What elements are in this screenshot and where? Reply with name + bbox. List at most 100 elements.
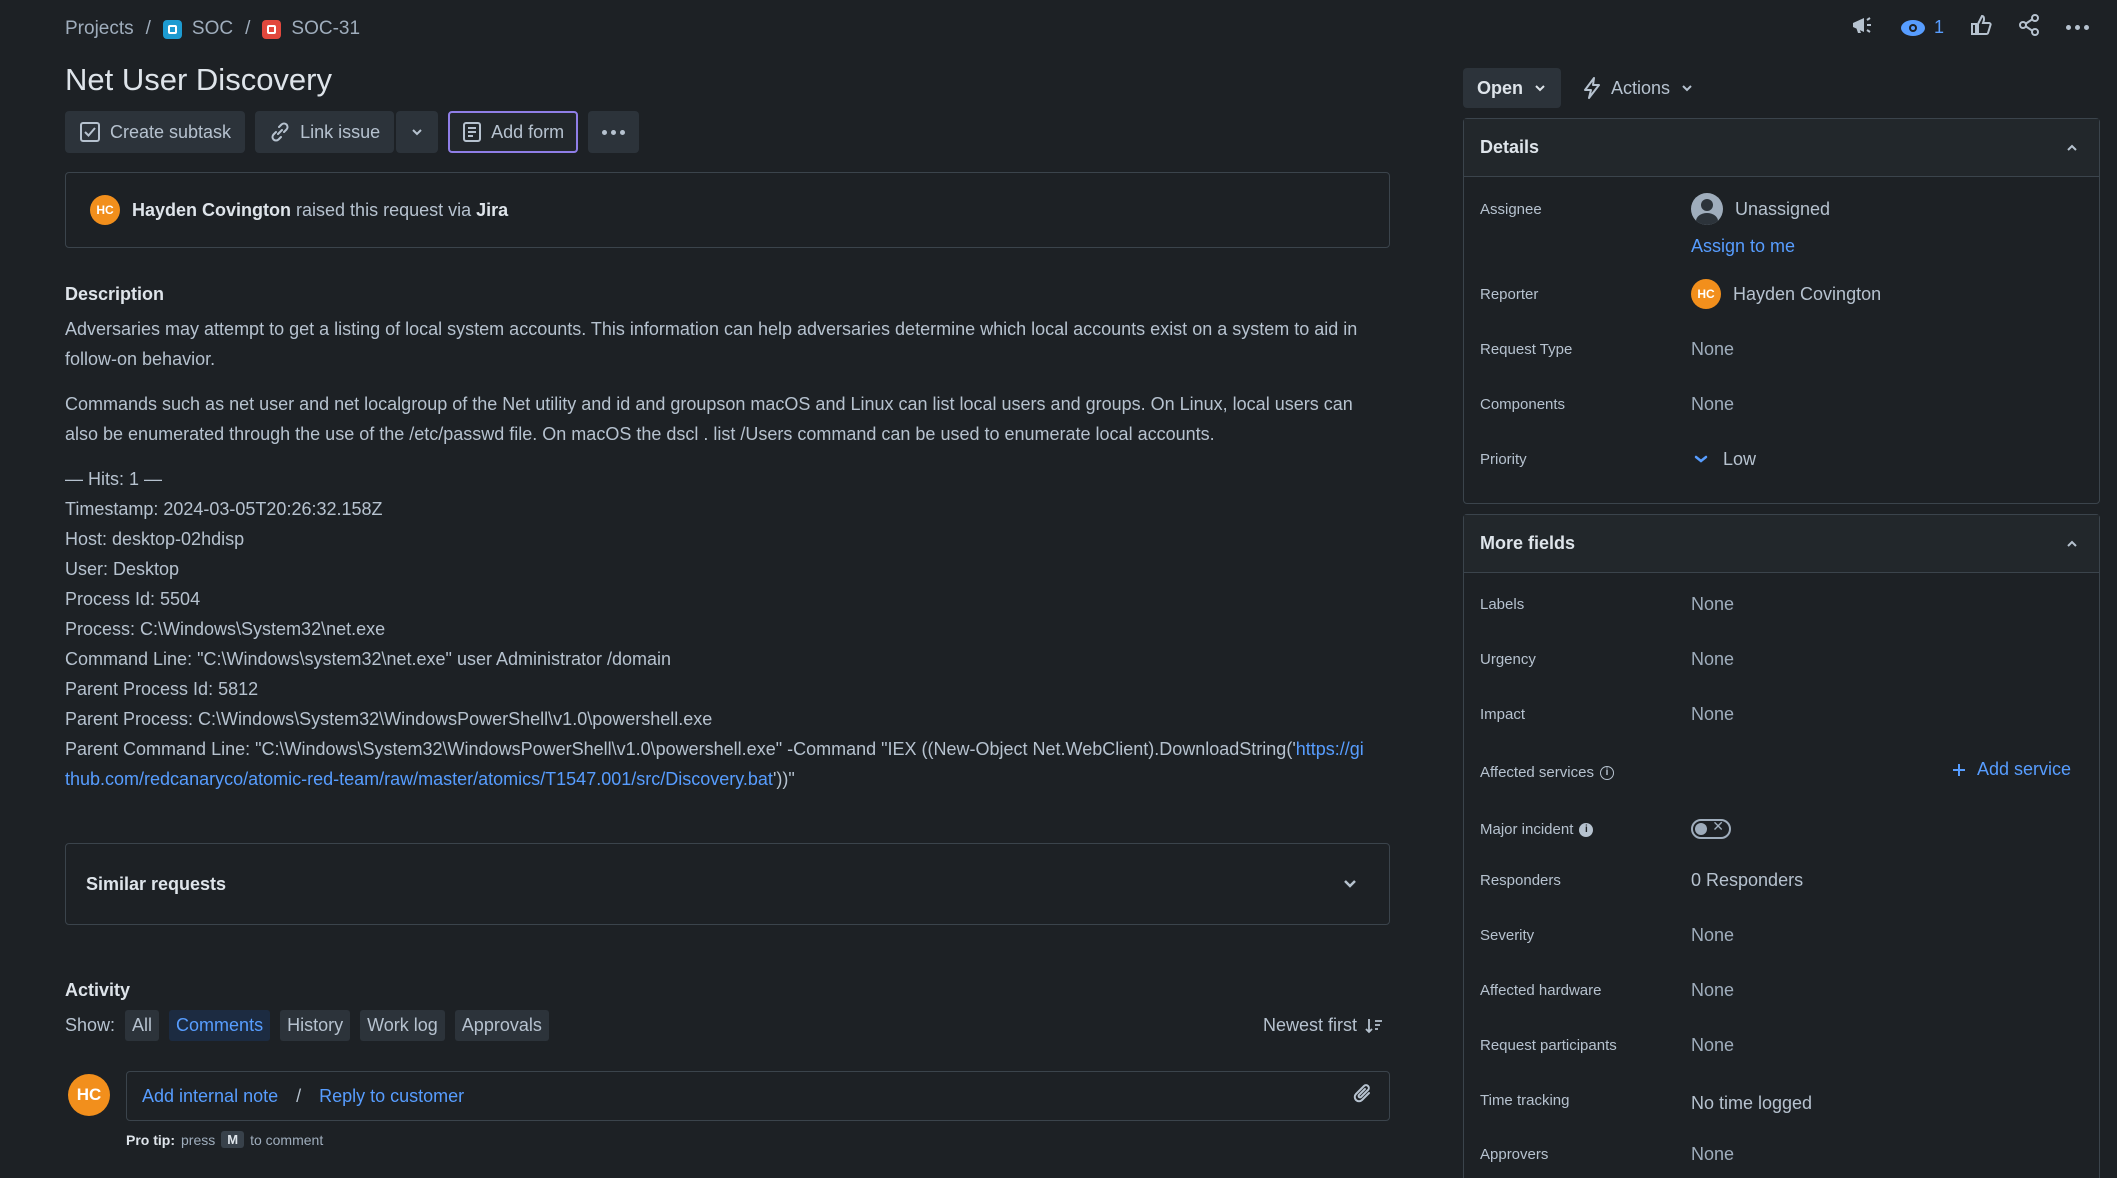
- more-fields-heading: More fields: [1480, 533, 1576, 553]
- pro-tip: Pro tip: press M to comment: [126, 1131, 323, 1148]
- link-issue-group: Link issue: [255, 111, 439, 153]
- issue-title[interactable]: Net User Discovery: [65, 62, 332, 98]
- similar-requests-panel[interactable]: Similar requests: [65, 843, 1390, 925]
- more-fields-header[interactable]: More fields: [1464, 515, 2099, 573]
- add-internal-note-button[interactable]: Add internal note: [142, 1086, 278, 1107]
- chevron-down-icon: [1535, 85, 1545, 92]
- raised-channel: Jira: [476, 199, 509, 220]
- reporter-field[interactable]: HC Hayden Covington: [1691, 279, 1881, 309]
- reporter-name[interactable]: Hayden Covington: [132, 200, 291, 220]
- sort-order-button[interactable]: Newest first: [1263, 1015, 1383, 1036]
- major-incident-toggle[interactable]: ✕: [1691, 818, 1731, 839]
- subtask-icon: [80, 122, 100, 142]
- assign-to-me-link[interactable]: Assign to me: [1691, 236, 1795, 257]
- priority-value: Low: [1723, 449, 1757, 469]
- more-actions-button[interactable]: [588, 111, 640, 153]
- status-row: Open Actions: [1463, 68, 1704, 108]
- similar-requests-label: Similar requests: [86, 873, 227, 894]
- breadcrumb-projects[interactable]: Projects: [65, 18, 134, 40]
- components-value[interactable]: None: [1691, 394, 1734, 415]
- parent-cmd-prefix: Parent Command Line: "C:\Windows\System3…: [65, 739, 1296, 759]
- responders-value[interactable]: 0 Responders: [1691, 870, 1803, 891]
- time-tracking-value[interactable]: No time logged: [1691, 1093, 1812, 1114]
- protip-label: Pro tip:: [126, 1131, 175, 1148]
- components-label: Components: [1480, 396, 1566, 413]
- labels-value[interactable]: None: [1691, 594, 1734, 615]
- command-line-line: Command Line: "C:\Windows\system32\net.e…: [65, 649, 672, 669]
- lightning-icon: [1584, 77, 1601, 99]
- user-line: User: Desktop: [65, 559, 180, 579]
- breadcrumb-project[interactable]: SOC: [192, 18, 233, 40]
- toggle-switch[interactable]: ✕: [1691, 818, 1731, 839]
- affected-hardware-value[interactable]: None: [1691, 980, 1734, 1001]
- attachment-icon[interactable]: [1352, 1082, 1374, 1111]
- chevron-up-icon: [2067, 540, 2077, 547]
- filter-work-log[interactable]: Work log: [360, 1010, 445, 1041]
- show-label: Show:: [65, 1015, 116, 1035]
- create-subtask-button[interactable]: Create subtask: [65, 111, 246, 153]
- major-incident-field: Major incident i: [1480, 821, 1594, 838]
- breadcrumb-separator: /: [245, 18, 251, 39]
- activity-filter: Show: All Comments History Work log Appr…: [65, 1010, 549, 1041]
- feedback-megaphone-icon[interactable]: [1850, 14, 1874, 41]
- plus-icon: [1952, 763, 1965, 776]
- request-participants-value[interactable]: None: [1691, 1035, 1734, 1056]
- close-icon: ✕: [1712, 818, 1724, 834]
- priority-field[interactable]: Low: [1691, 449, 1756, 470]
- parent-process-id-line: Parent Process Id: 5812: [65, 679, 259, 699]
- reporter-label: Reporter: [1480, 286, 1539, 303]
- raised-via-text: raised this request via: [296, 199, 472, 220]
- issue-header-actions: 1: [1850, 14, 2089, 41]
- filter-approvals[interactable]: Approvals: [454, 1010, 549, 1041]
- parent-process-line: Parent Process: C:\Windows\System32\Wind…: [65, 709, 713, 729]
- description-heading: Description: [65, 284, 165, 304]
- filter-all[interactable]: All: [125, 1010, 160, 1041]
- more-options-icon[interactable]: [2066, 25, 2089, 30]
- sort-icon: [1365, 1018, 1383, 1033]
- share-icon[interactable]: [2018, 14, 2040, 41]
- info-icon[interactable]: i: [1579, 822, 1594, 837]
- breadcrumb-issue-key[interactable]: SOC-31: [291, 18, 360, 40]
- avatar: HC: [68, 1074, 110, 1116]
- approvers-value[interactable]: None: [1691, 1144, 1734, 1165]
- hits-line: — Hits: 1 —: [65, 469, 163, 489]
- chevron-up-icon: [2067, 144, 2077, 151]
- link-issue-dropdown[interactable]: [396, 111, 439, 153]
- request-type-value[interactable]: None: [1691, 339, 1734, 360]
- issue-type-icon: [262, 19, 282, 39]
- add-service-button[interactable]: Add service: [1951, 759, 2071, 780]
- severity-value[interactable]: None: [1691, 925, 1734, 946]
- urgency-label: Urgency: [1480, 651, 1536, 668]
- description-body[interactable]: Adversaries may attempt to get a listing…: [65, 314, 1365, 794]
- time-tracking-label: Time tracking: [1480, 1092, 1570, 1109]
- keyboard-shortcut: M: [221, 1131, 245, 1148]
- severity-label: Severity: [1480, 927, 1535, 944]
- reply-to-customer-button[interactable]: Reply to customer: [319, 1086, 464, 1107]
- impact-value[interactable]: None: [1691, 704, 1734, 725]
- sort-label: Newest first: [1263, 1015, 1358, 1035]
- filter-history[interactable]: History: [280, 1010, 351, 1041]
- responders-label: Responders: [1480, 872, 1561, 889]
- link-icon: [271, 122, 289, 142]
- affected-hardware-label: Affected hardware: [1480, 982, 1602, 999]
- info-icon[interactable]: i: [1599, 765, 1614, 780]
- chevron-down-icon: [1344, 880, 1356, 888]
- details-heading: Details: [1480, 137, 1540, 157]
- assignee-value: Unassigned: [1735, 198, 1831, 219]
- alert-details: — Hits: 1 — Timestamp: 2024-03-05T20:26:…: [65, 464, 1365, 794]
- watch-button[interactable]: 1: [1900, 17, 1944, 38]
- details-header[interactable]: Details: [1464, 119, 2099, 177]
- assignee-field[interactable]: Unassigned: [1691, 193, 1830, 225]
- filter-comments[interactable]: Comments: [169, 1010, 271, 1041]
- status-dropdown[interactable]: Open: [1463, 68, 1562, 108]
- urgency-value[interactable]: None: [1691, 649, 1734, 670]
- actions-dropdown[interactable]: Actions: [1573, 68, 1704, 108]
- link-issue-button[interactable]: Link issue: [255, 111, 395, 153]
- comment-separator: /: [296, 1085, 302, 1106]
- comment-editor[interactable]: Add internal note / Reply to customer: [126, 1071, 1390, 1121]
- add-form-button[interactable]: Add form: [448, 111, 579, 153]
- issue-toolbar: Create subtask Link issue Add form: [65, 111, 640, 153]
- protip-suffix: to comment: [250, 1131, 324, 1148]
- thumbs-up-icon[interactable]: [1970, 14, 1992, 41]
- chevron-down-icon: [1682, 85, 1692, 92]
